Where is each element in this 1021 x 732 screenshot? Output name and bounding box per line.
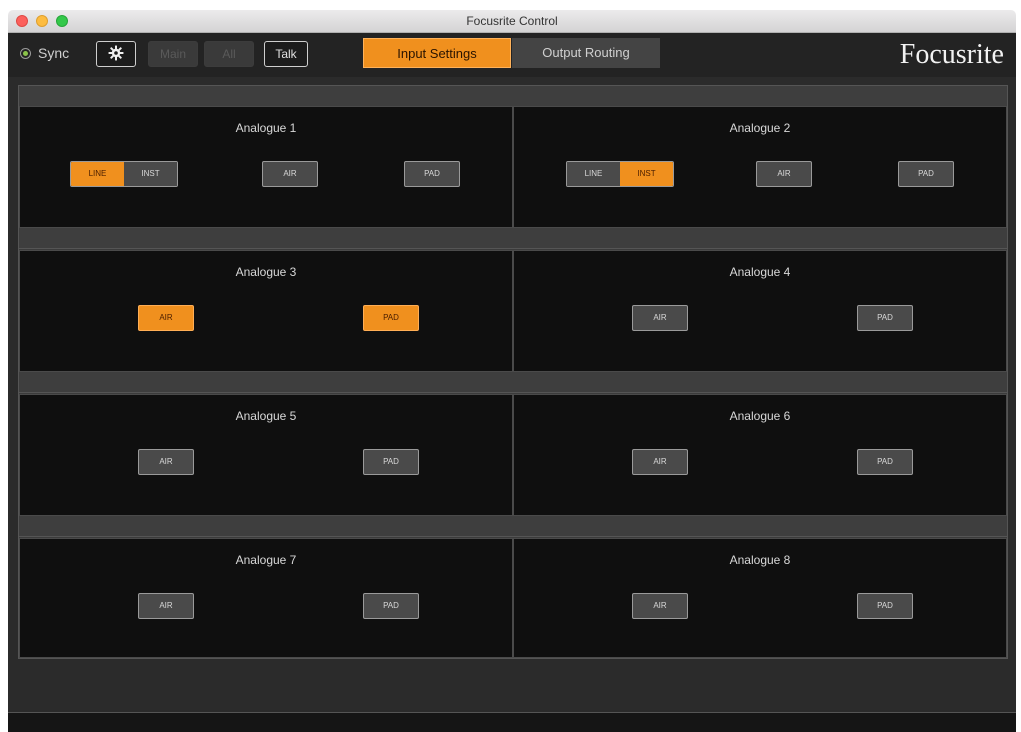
line-button[interactable]: LINE — [71, 162, 124, 186]
pad-button[interactable]: PAD — [857, 305, 913, 331]
channel-title: Analogue 5 — [235, 409, 297, 423]
air-button[interactable]: AIR — [632, 305, 688, 331]
channel-panel-analogue-3: Analogue 3 AIR PAD — [19, 250, 513, 372]
title-bar: Focusrite Control — [8, 10, 1016, 33]
channel-title: Analogue 7 — [235, 553, 297, 567]
channel-title: Analogue 6 — [729, 409, 791, 423]
inst-button[interactable]: INST — [124, 162, 177, 186]
channel-title: Analogue 3 — [235, 265, 297, 279]
row-header — [513, 86, 1007, 107]
air-button[interactable]: AIR — [632, 449, 688, 475]
row-header — [513, 228, 1007, 249]
pad-button[interactable]: PAD — [404, 161, 460, 187]
pad-button[interactable]: PAD — [857, 593, 913, 619]
brand-logo: Focusrite — [899, 39, 1004, 70]
row-header — [19, 86, 513, 107]
channel-panel-analogue-4: Analogue 4 AIR PAD — [513, 250, 1007, 372]
air-button[interactable]: AIR — [632, 593, 688, 619]
air-button[interactable]: AIR — [138, 593, 194, 619]
tab-input-settings[interactable]: Input Settings — [363, 38, 511, 68]
window-title: Focusrite Control — [466, 14, 558, 28]
talk-button[interactable]: Talk — [264, 41, 308, 67]
app-body: Sync Main All Talk Input Settings Output… — [8, 33, 1016, 732]
pad-button[interactable]: PAD — [898, 161, 954, 187]
all-button[interactable]: All — [204, 41, 254, 67]
channel-panel-analogue-2: Analogue 2 LINE INST AIR PAD — [513, 106, 1007, 228]
settings-button[interactable] — [96, 41, 136, 67]
row-header — [19, 372, 513, 393]
main-button[interactable]: Main — [148, 41, 198, 67]
channel-panel-analogue-6: Analogue 6 AIR PAD — [513, 394, 1007, 516]
pad-button[interactable]: PAD — [857, 449, 913, 475]
line-inst-switch: LINE INST — [70, 161, 178, 187]
toolbar: Sync Main All Talk Input Settings Output… — [8, 33, 1016, 77]
sync-status: Sync — [20, 45, 69, 61]
inst-button[interactable]: INST — [620, 162, 673, 186]
pad-button[interactable]: PAD — [363, 449, 419, 475]
sync-label: Sync — [38, 45, 70, 61]
pad-button[interactable]: PAD — [363, 593, 419, 619]
radio-indicator-icon — [20, 47, 31, 59]
row-header — [513, 516, 1007, 537]
row-header — [513, 372, 1007, 393]
air-button[interactable]: AIR — [262, 161, 318, 187]
channel-panel-analogue-1: Analogue 1 LINE INST AIR PAD — [19, 106, 513, 228]
channel-title: Analogue 1 — [235, 121, 297, 135]
line-inst-switch: LINE INST — [566, 161, 674, 187]
channel-panel-analogue-8: Analogue 8 AIR PAD — [513, 538, 1007, 658]
channel-panel-analogue-5: Analogue 5 AIR PAD — [19, 394, 513, 516]
row-header — [19, 228, 513, 249]
tab-output-routing[interactable]: Output Routing — [512, 38, 660, 68]
air-button[interactable]: AIR — [138, 305, 194, 331]
air-button[interactable]: AIR — [756, 161, 812, 187]
footer-bar — [8, 712, 1016, 732]
input-settings-grid: Analogue 1 LINE INST AIR PAD Analogue 2 … — [18, 85, 1008, 659]
line-button[interactable]: LINE — [567, 162, 620, 186]
channel-title: Analogue 4 — [729, 265, 791, 279]
gear-icon — [108, 45, 124, 61]
channel-panel-analogue-7: Analogue 7 AIR PAD — [19, 538, 513, 658]
air-button[interactable]: AIR — [138, 449, 194, 475]
row-header — [19, 516, 513, 537]
channel-title: Analogue 2 — [729, 121, 791, 135]
pad-button[interactable]: PAD — [363, 305, 419, 331]
channel-title: Analogue 8 — [729, 553, 791, 567]
app-window: Focusrite Control Sync Main All Talk Inp… — [0, 0, 1021, 732]
